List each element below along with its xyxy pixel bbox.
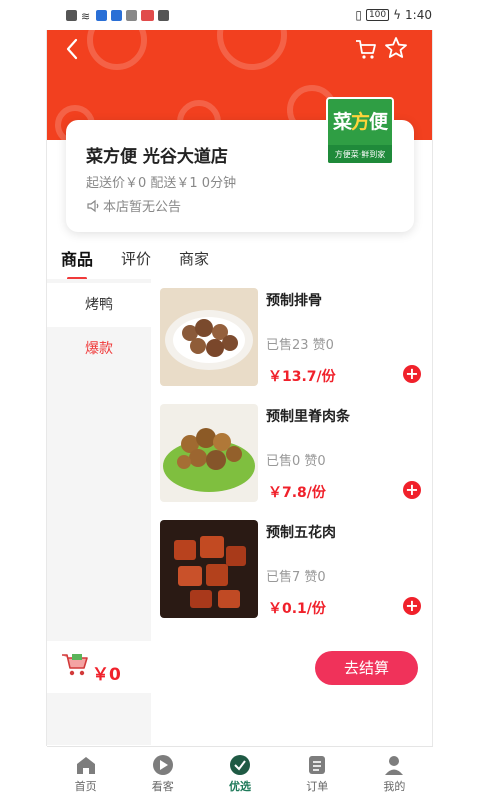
tab-products[interactable]: 商品 — [61, 240, 93, 280]
nav-label: 我的 — [383, 779, 406, 793]
clock: 1:40 — [405, 8, 432, 22]
nav-home[interactable]: 首页 — [47, 747, 124, 800]
product-stats: 已售7 赞0 — [266, 570, 326, 585]
bottom-navigation: 首页 看客 优选 订单 我的 — [47, 746, 433, 800]
search-app-icon — [111, 9, 122, 21]
product-price: ￥7.8/份 — [268, 485, 326, 501]
store-tabs: 商品 评价 商家 — [47, 238, 433, 280]
status-bar: ≋ ▯ 100 ϟ 1:40 — [0, 0, 480, 30]
product-image — [160, 288, 258, 386]
nav-featured[interactable]: 优选 — [201, 747, 278, 800]
nav-label: 订单 — [306, 779, 329, 793]
product-item[interactable]: 预制里脊肉条 已售0 赞0 ￥7.8/份 + — [158, 402, 428, 518]
app-icon — [126, 9, 137, 21]
cart-icon[interactable] — [354, 38, 378, 60]
product-name: 预制排骨 — [266, 293, 322, 309]
notice-text: 本店暂无公告 — [103, 200, 182, 215]
user-icon — [385, 755, 404, 775]
product-stats: 已售23 赞0 — [266, 338, 334, 353]
tab-merchant[interactable]: 商家 — [179, 242, 209, 275]
charging-icon: ϟ — [393, 8, 402, 22]
logo-slogan: 方便菜·鲜到家 — [328, 145, 392, 163]
app-icon — [96, 9, 107, 21]
add-to-cart-button[interactable]: + — [403, 481, 421, 499]
nav-label: 首页 — [74, 779, 97, 793]
decorative-fruit-icon — [87, 30, 147, 70]
delivery-info: 起送价￥0 配送￥1 0分钟 — [86, 176, 237, 191]
notification-icon — [66, 9, 77, 21]
product-list: 预制排骨 已售23 赞0 ￥13.7/份 + 预制里脊肉条 已售0 赞0 ￥7.… — [158, 286, 428, 634]
frame-divider — [46, 30, 47, 746]
nav-orders[interactable]: 订单 — [279, 747, 356, 800]
nav-label: 看客 — [151, 779, 174, 793]
product-name: 预制五花肉 — [266, 525, 336, 541]
app-icon — [141, 9, 154, 21]
product-image — [160, 404, 258, 502]
favorite-star-icon[interactable] — [384, 36, 408, 60]
logo-char: 便 — [369, 111, 388, 133]
vibrate-icon: ▯ — [355, 8, 362, 22]
store-logo: 菜方便 方便菜·鲜到家 — [326, 97, 394, 165]
product-item[interactable]: 预制五花肉 已售7 赞0 ￥0.1/份 + — [158, 518, 428, 634]
home-icon — [76, 756, 95, 774]
status-icons: ≋ — [66, 9, 169, 23]
logo-char: 方 — [350, 111, 370, 133]
product-price: ￥0.1/份 — [268, 601, 326, 617]
logo-wordmark: 菜方便 — [328, 99, 392, 145]
product-name: 预制里脊肉条 — [266, 409, 350, 425]
nav-profile[interactable]: 我的 — [356, 747, 433, 800]
product-price: ￥13.7/份 — [268, 369, 336, 385]
list-icon — [309, 755, 326, 774]
back-icon[interactable] — [62, 36, 84, 62]
battery-indicator: 100 — [365, 9, 390, 21]
play-icon — [152, 754, 173, 775]
nav-watch[interactable]: 看客 — [124, 747, 201, 800]
product-image — [160, 520, 258, 618]
add-to-cart-button[interactable]: + — [403, 597, 421, 615]
tab-reviews[interactable]: 评价 — [121, 242, 151, 275]
category-item-hot[interactable]: 爆款 — [47, 327, 151, 371]
add-to-cart-button[interactable]: + — [403, 365, 421, 383]
decorative-fruit-icon — [217, 30, 287, 70]
status-right: ▯ 100 ϟ 1:40 — [355, 8, 432, 22]
cart-total: ￥0 — [92, 665, 121, 685]
category-item-roast-duck[interactable]: 烤鸭 — [47, 283, 151, 327]
product-item[interactable]: 预制排骨 已售23 赞0 ￥13.7/份 + — [158, 286, 428, 402]
speaker-icon — [87, 199, 99, 212]
check-icon — [230, 754, 250, 775]
upload-icon — [158, 9, 169, 21]
category-sidebar: 烤鸭 爆款 — [47, 279, 151, 641]
frame-divider — [432, 30, 433, 746]
nav-label: 优选 — [229, 779, 251, 793]
wifi-icon: ≋ — [81, 9, 91, 23]
logo-char: 菜 — [332, 111, 352, 133]
store-notice: 本店暂无公告 — [86, 196, 181, 215]
shopping-cart-icon[interactable] — [60, 650, 90, 678]
checkout-button[interactable]: 去结算 — [315, 651, 418, 685]
store-name: 菜方便 光谷大道店 — [86, 147, 228, 167]
product-stats: 已售0 赞0 — [266, 454, 326, 469]
sidebar-fill — [47, 693, 151, 745]
